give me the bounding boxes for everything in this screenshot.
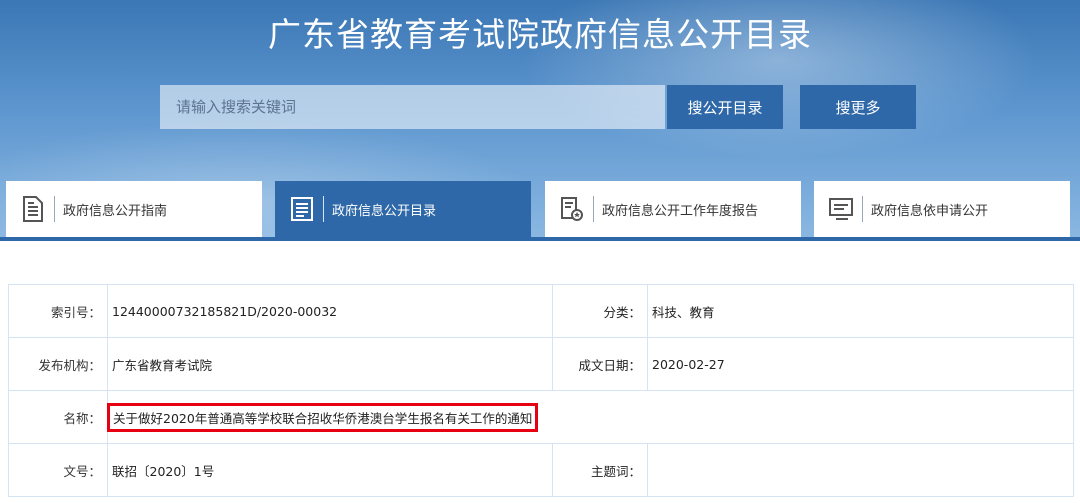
tab-annual-report[interactable]: 政府信息公开工作年度报告	[545, 181, 801, 237]
publisher-label: 发布机构：	[8, 337, 108, 391]
index-label: 索引号：	[8, 284, 108, 338]
tab-guide[interactable]: 政府信息公开指南	[6, 181, 262, 237]
index-value: 12440000732185821D/2020-00032	[107, 284, 553, 338]
application-form-icon	[826, 194, 856, 224]
tab-label: 政府信息公开指南	[63, 203, 168, 219]
tab-bar: 政府信息公开指南 政府信息公开目录 政府信息公开工作年度报告 政府信息依申请公开	[0, 181, 1080, 237]
doc-no-label: 文号：	[8, 443, 108, 497]
tab-label: 政府信息依申请公开	[871, 203, 989, 219]
table-row: 发布机构： 广东省教育考试院 成文日期： 2020-02-27	[8, 337, 1074, 391]
catalog-icon	[287, 194, 317, 224]
search-input[interactable]	[160, 85, 665, 129]
tab-label: 政府信息公开工作年度报告	[602, 203, 759, 219]
name-label: 名称：	[8, 390, 108, 444]
publisher-value: 广东省教育考试院	[107, 337, 553, 391]
name-cell: 关于做好2020年普通高等学校联合招收华侨港澳台学生报名有关工作的通知	[107, 390, 1074, 444]
date-value: 2020-02-27	[647, 337, 1074, 391]
search-more-button[interactable]: 搜更多	[800, 85, 916, 129]
table-row: 索引号： 12440000732185821D/2020-00032 分类： 科…	[8, 284, 1074, 338]
subject-label: 主题词：	[552, 443, 648, 497]
doc-no-value: 联招〔2020〕1号	[107, 443, 553, 497]
document-metadata-table: 索引号： 12440000732185821D/2020-00032 分类： 科…	[8, 284, 1074, 497]
document-list-icon	[18, 194, 48, 224]
tab-separator	[862, 196, 863, 222]
search-catalog-button[interactable]: 搜公开目录	[667, 85, 783, 129]
table-row: 文号： 联招〔2020〕1号 主题词：	[8, 443, 1074, 497]
category-value: 科技、教育	[647, 284, 1074, 338]
tab-separator	[323, 196, 324, 222]
category-label: 分类：	[552, 284, 648, 338]
page-title: 广东省教育考试院政府信息公开目录	[268, 15, 812, 54]
header-banner: 广东省教育考试院政府信息公开目录 搜公开目录 搜更多 政府信息公开指南 政府信息…	[0, 0, 1080, 240]
report-badge-icon	[557, 194, 587, 224]
tab-catalog[interactable]: 政府信息公开目录	[275, 181, 531, 237]
name-value: 关于做好2020年普通高等学校联合招收华侨港澳台学生报名有关工作的通知	[107, 402, 539, 432]
table-row: 名称： 关于做好2020年普通高等学校联合招收华侨港澳台学生报名有关工作的通知	[8, 390, 1074, 444]
tab-separator	[593, 196, 594, 222]
tab-separator	[54, 196, 55, 222]
tab-application[interactable]: 政府信息依申请公开	[814, 181, 1070, 237]
subject-value	[647, 443, 1074, 497]
tab-label: 政府信息公开目录	[332, 203, 437, 219]
date-label: 成文日期：	[552, 337, 648, 391]
tab-underline	[0, 237, 1080, 241]
